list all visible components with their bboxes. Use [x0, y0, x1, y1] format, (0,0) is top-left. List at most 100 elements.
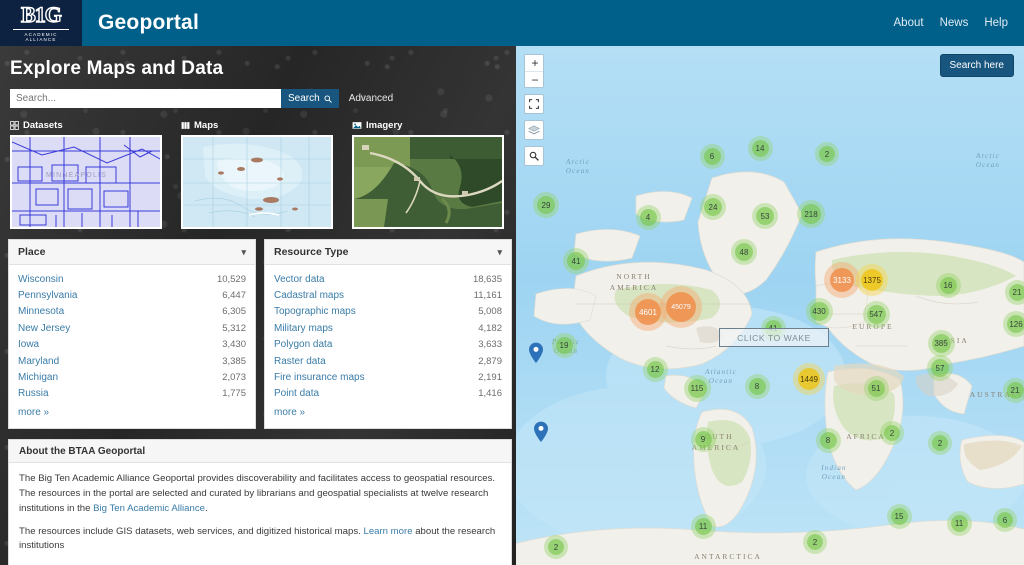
search-button[interactable]: Search	[281, 89, 339, 108]
map-cluster-marker[interactable]: 6	[703, 147, 721, 165]
layers-button[interactable]	[524, 120, 544, 140]
map-cluster-marker[interactable]: 51	[867, 379, 885, 397]
map-cluster-marker[interactable]: 57	[931, 359, 949, 377]
facet-place-more-link[interactable]: more »	[18, 407, 49, 418]
nav-link-news[interactable]: News	[940, 17, 969, 29]
facet-label[interactable]: Minnesota	[18, 306, 64, 317]
map-cluster-marker[interactable]: 218	[801, 204, 821, 224]
facet-resource-type-more-link[interactable]: more »	[274, 407, 305, 418]
card-maps-thumbnail[interactable]	[181, 135, 333, 229]
map-cluster-marker[interactable]: 24	[704, 198, 722, 216]
map-cluster-marker[interactable]: 11	[694, 517, 712, 535]
map-cluster-marker[interactable]: 41	[567, 252, 585, 270]
facet-row[interactable]: Wisconsin 10,529	[18, 271, 246, 287]
map-cluster-marker[interactable]: 48	[735, 243, 753, 261]
card-imagery[interactable]: Imagery	[352, 120, 504, 229]
map-cluster-marker[interactable]: 8	[819, 431, 837, 449]
card-imagery-thumbnail[interactable]	[352, 135, 504, 229]
card-datasets-thumbnail[interactable]: MINNEAPOLIS	[10, 135, 162, 229]
nav-link-about[interactable]: About	[894, 17, 924, 29]
map-cluster-marker[interactable]: 29	[537, 196, 555, 214]
map-cluster-marker[interactable]: 1375	[861, 269, 883, 291]
card-maps[interactable]: Maps	[181, 120, 333, 229]
btaa-logo[interactable]: B1G ACADEMIC ALLIANCE	[0, 0, 82, 46]
map-cluster-marker[interactable]: 2	[548, 539, 564, 555]
facet-row[interactable]: New Jersey 5,312	[18, 320, 246, 336]
zoom-out-button[interactable]: −	[525, 71, 543, 87]
map-cluster-marker[interactable]: 11	[950, 514, 968, 532]
map-cluster-marker[interactable]: 16	[939, 276, 957, 294]
facet-row[interactable]: Raster data 2,879	[274, 353, 502, 369]
search-here-button[interactable]: Search here	[939, 54, 1014, 77]
facet-row[interactable]: Maryland 3,385	[18, 353, 246, 369]
map-cluster-marker[interactable]: 385	[931, 333, 951, 353]
map-location-pin[interactable]	[528, 342, 544, 364]
facet-label[interactable]: Wisconsin	[18, 274, 64, 285]
facet-label[interactable]: Polygon data	[274, 339, 332, 350]
facet-row[interactable]: Point data 1,416	[274, 386, 502, 402]
zoom-in-button[interactable]: +	[525, 55, 543, 71]
map-cluster-marker[interactable]: 2	[932, 435, 948, 451]
map-cluster-marker[interactable]: 2	[819, 146, 835, 162]
facet-label[interactable]: Point data	[274, 388, 319, 399]
facet-row[interactable]: Michigan 2,073	[18, 369, 246, 385]
map-cluster-marker[interactable]: 547	[866, 304, 886, 324]
facet-row[interactable]: Pennsylvania 6,447	[18, 287, 246, 303]
map-cluster-marker[interactable]: 12	[646, 360, 664, 378]
map-cluster-marker[interactable]: 21	[1008, 283, 1024, 301]
facet-label[interactable]: Pennsylvania	[18, 290, 77, 301]
facet-label[interactable]: Russia	[18, 388, 49, 399]
facet-row[interactable]: Iowa 3,430	[18, 337, 246, 353]
map-cluster-marker[interactable]: 2	[884, 425, 900, 441]
map-cluster-marker[interactable]: 53	[756, 207, 774, 225]
map-location-pin[interactable]	[533, 421, 549, 443]
learn-more-link[interactable]: Learn more	[363, 526, 412, 537]
chevron-down-icon[interactable]: ▾	[241, 247, 246, 258]
facet-row[interactable]: Topographic maps 5,008	[274, 304, 502, 320]
map-cluster-marker[interactable]: 9	[694, 430, 712, 448]
facet-row[interactable]: Minnesota 6,305	[18, 304, 246, 320]
facet-place-header[interactable]: Place ▾	[9, 240, 255, 265]
map-cluster-marker[interactable]: 45079	[666, 292, 696, 322]
facet-label[interactable]: Michigan	[18, 372, 58, 383]
map-cluster-marker[interactable]: 1449	[798, 368, 820, 390]
facet-resource-type-header[interactable]: Resource Type ▾	[265, 240, 511, 265]
facet-row[interactable]: Fire insurance maps 2,191	[274, 369, 502, 385]
map-cluster-marker[interactable]: 8	[748, 377, 766, 395]
map-cluster-marker[interactable]: 2	[807, 534, 823, 550]
fullscreen-button[interactable]	[524, 94, 544, 114]
facet-row[interactable]: Vector data 18,635	[274, 271, 502, 287]
map-cluster-marker[interactable]: 430	[809, 301, 829, 321]
chevron-down-icon[interactable]: ▾	[497, 247, 502, 258]
search-input[interactable]	[10, 89, 281, 108]
map-cluster-marker[interactable]: 4	[639, 208, 657, 226]
facet-label[interactable]: Vector data	[274, 274, 325, 285]
map-cluster-marker[interactable]: 14	[751, 139, 769, 157]
facet-row[interactable]: Russia 1,775	[18, 386, 246, 402]
map-cluster-marker[interactable]: 3133	[830, 268, 854, 292]
map-cluster-marker[interactable]: 6	[997, 512, 1013, 528]
facet-label[interactable]: Topographic maps	[274, 306, 356, 317]
facet-row[interactable]: Military maps 4,182	[274, 320, 502, 336]
facet-row[interactable]: Cadastral maps 11,161	[274, 287, 502, 303]
facet-row[interactable]: Polygon data 3,633	[274, 337, 502, 353]
facet-label[interactable]: New Jersey	[18, 323, 70, 334]
card-datasets[interactable]: Datasets MINNEAPOLIS	[10, 120, 162, 229]
map-cluster-marker[interactable]: 19	[555, 336, 573, 354]
map-cluster-marker[interactable]: 126	[1007, 315, 1024, 333]
nav-link-help[interactable]: Help	[984, 17, 1008, 29]
facet-label[interactable]: Fire insurance maps	[274, 372, 365, 383]
map-search-button[interactable]	[524, 146, 544, 166]
facet-label[interactable]: Iowa	[18, 339, 39, 350]
map-cluster-marker[interactable]: 21	[1006, 381, 1024, 399]
map-cluster-marker[interactable]: 4601	[635, 299, 661, 325]
facet-label[interactable]: Maryland	[18, 356, 59, 367]
click-to-wake-overlay[interactable]: CLICK TO WAKE	[719, 328, 829, 347]
big-ten-academic-alliance-link[interactable]: Big Ten Academic Alliance	[93, 503, 205, 514]
advanced-search-link[interactable]: Advanced	[349, 93, 393, 104]
facet-label[interactable]: Cadastral maps	[274, 290, 344, 301]
map-cluster-marker[interactable]: 115	[687, 378, 707, 398]
map-cluster-marker[interactable]: 15	[890, 507, 908, 525]
facet-label[interactable]: Military maps	[274, 323, 333, 334]
facet-label[interactable]: Raster data	[274, 356, 326, 367]
